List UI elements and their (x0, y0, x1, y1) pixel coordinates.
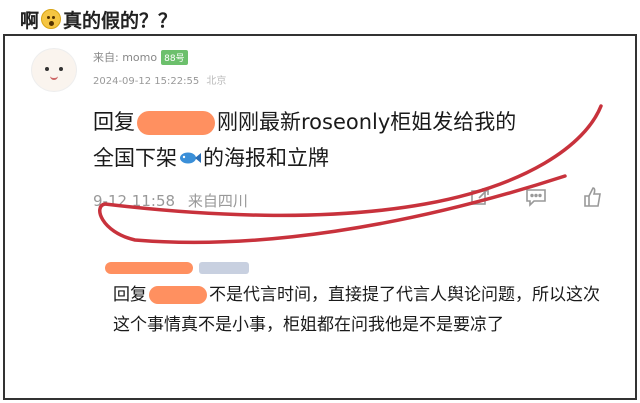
headline-prefix: 啊 (20, 9, 40, 32)
astonished-face-icon (41, 9, 62, 29)
post-time: 2024-09-12 15:22:55 北京 (93, 72, 226, 87)
reply-text-2b: 的海报和立牌 (203, 146, 329, 170)
share-icon[interactable] (469, 186, 491, 208)
avatar-eye-right (59, 67, 63, 71)
redacted-mention (149, 286, 207, 304)
reply-prefix: 回复 (93, 110, 135, 134)
headline: 啊 真的假的？？ (20, 6, 177, 32)
timestamp: 2024-09-12 15:22:55 (93, 76, 200, 87)
redacted-username (137, 111, 215, 135)
headline-suffix: 真的假的？？ (63, 9, 178, 32)
level-badge: 88号 (161, 49, 188, 65)
sub-reply-prefix: 回复 (113, 285, 147, 305)
avatar-eye-left (45, 67, 49, 71)
reply-body: 回复 刚刚最新roseonly柜姐发给我的 全国下架 的海报和立牌 (93, 104, 613, 177)
comment-icon[interactable] (525, 186, 547, 208)
like-icon[interactable] (581, 186, 603, 208)
sub-reply: 回复 不是代言时间，直接提了代言人舆论问题，所以这次这个事情真不是小事，柜姐都在问… (105, 262, 615, 340)
red-scribble-underline (98, 104, 603, 245)
post-source: 来自: momo 88号 (93, 49, 188, 65)
screenshot-frame: 来自: momo 88号 2024-09-12 15:22:55 北京 回复 刚刚… (3, 34, 637, 400)
reply-from: 来自四川 (187, 192, 248, 210)
reply-text-1: 刚刚最新roseonly柜姐发给我的 (217, 110, 517, 134)
sub-reply-author (105, 262, 615, 274)
reply-meta: 9-12 11:58 来自四川 (93, 190, 248, 211)
reply-line-1: 回复 刚刚最新roseonly柜姐发给我的 (93, 104, 613, 140)
reply-time: 9-12 11:58 (93, 192, 176, 210)
reply-text-2a: 全国下架 (93, 146, 177, 170)
sub-reply-text: 回复 不是代言时间，直接提了代言人舆论问题，所以这次这个事情真不是小事，柜姐都在问… (105, 280, 615, 340)
author-tag (199, 262, 249, 274)
source-label: 来自: momo (93, 51, 158, 64)
fish-emoji-icon (179, 141, 201, 177)
post-location: 北京 (206, 76, 227, 87)
reply-line-2: 全国下架 的海报和立牌 (93, 140, 613, 177)
redacted-author (105, 262, 193, 274)
action-bar (469, 186, 603, 208)
avatar-mouth (50, 75, 58, 80)
avatar[interactable] (31, 48, 77, 92)
